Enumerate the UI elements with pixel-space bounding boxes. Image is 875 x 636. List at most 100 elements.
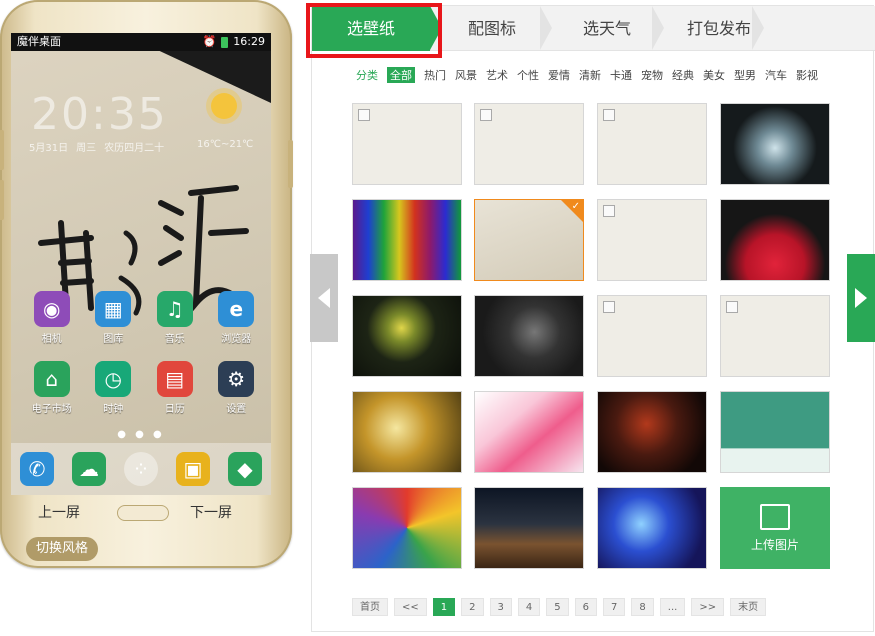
category-all[interactable]: 全部 [387,67,415,83]
category-art[interactable]: 艺术 [486,67,508,83]
page-button[interactable]: 1 [432,598,456,616]
category-label: 分类 [356,69,378,82]
wallpaper-thumbnail-placeholder[interactable] [352,103,462,185]
category-cartoon[interactable]: 卡通 [610,67,632,83]
upload-label: 上传图片 [750,537,799,552]
gallery-icon: ▦ [95,291,132,327]
wallpaper-thumbnail[interactable] [474,487,584,569]
phone-nav: 上一屏 下一屏 [0,500,292,528]
wallpaper-thumbnail[interactable] [474,295,584,377]
wallpaper-thumbnail[interactable] [474,391,584,473]
wallpaper-thumbnail[interactable] [597,487,707,569]
next-page-arrow[interactable] [847,254,875,342]
wallpaper-thumbnail[interactable] [597,391,707,473]
date-line: 5月31日 周三 农历四月二十 [29,139,164,154]
page-button[interactable]: 6 [574,598,598,616]
step-weather[interactable]: 选天气 [552,6,662,51]
app-shortcut[interactable]: e 浏览器 [206,291,268,345]
wallpaper-thumbnail-placeholder[interactable] [474,103,584,185]
app-drawer-icon[interactable]: ⁘ [124,452,158,486]
next-screen-button[interactable]: 下一屏 [190,502,232,522]
step-icons[interactable]: 配图标 [442,6,542,51]
volume-button [0,130,4,170]
message-icon[interactable]: ☁ [72,452,106,486]
category-beauty[interactable]: 美女 [703,67,725,83]
contacts-icon[interactable]: ▣ [176,452,210,486]
category-hot[interactable]: 热门 [424,67,446,83]
category-fresh[interactable]: 清新 [579,67,601,83]
page-button[interactable]: 2 [461,598,484,616]
wallpaper-thumbnail-placeholder[interactable] [720,295,830,377]
prev-page-arrow[interactable] [310,254,338,342]
phone-icon[interactable]: ✆ [20,452,54,486]
category-film[interactable]: 影视 [796,67,818,83]
image-plus-icon [760,503,790,530]
page-button[interactable]: 3 [489,598,512,616]
page-button[interactable]: 8 [631,598,654,616]
app-shortcut[interactable]: ♫ 音乐 [144,291,206,345]
status-title: 魔伴桌面 [17,35,61,48]
category-love[interactable]: 爱情 [548,67,570,83]
app-label: 时钟 [103,404,124,415]
status-time: 16:29 [233,35,265,48]
market-icon: ⌂ [33,361,70,397]
camera-icon: ◉ [33,291,70,327]
category-filters: 分类 全部 热门 风景 艺术 个性 爱情 清新 卡通 宠物 经典 美女 型男 汽… [356,66,818,84]
date-part: 周三 [76,143,97,154]
app-label: 音乐 [164,334,185,345]
clock-widget: 20:35 [31,89,168,140]
checkmark-icon: ✓ [571,201,580,212]
page-button[interactable]: 5 [546,598,569,616]
page-button[interactable]: 4 [517,598,541,616]
wallpaper-thumbnail[interactable]: ✓ [474,199,584,281]
app-shortcut[interactable]: ▤ 日历 [144,361,206,415]
app-shortcut[interactable]: ◉ 相机 [21,291,83,345]
wallpaper-panel: 选壁纸 配图标 选天气 打包发布 分类 全部 热门 风景 艺术 个性 爱情 清新… [310,5,875,632]
alarm-clock-icon: ◷ [95,361,132,397]
app-label: 设置 [226,404,247,415]
volume-button [0,180,4,220]
prev-screen-button[interactable]: 上一屏 [38,502,80,522]
music-icon: ♫ [156,291,193,327]
last-page-button[interactable]: 末页 [730,598,767,616]
wallpaper-thumbnail-placeholder[interactable] [597,295,707,377]
category-personality[interactable]: 个性 [517,67,539,83]
date-part: 5月31日 [29,143,69,154]
page-button[interactable]: 7 [603,598,626,616]
next-page-button[interactable]: >> [691,598,725,616]
app-shortcut[interactable]: ⌂ 电子市场 [21,361,83,415]
app-label: 电子市场 [31,404,72,415]
wallpaper-thumbnail-placeholder[interactable] [597,199,707,281]
calendar-icon: ▤ [156,361,193,397]
category-handsome[interactable]: 型男 [734,67,756,83]
sunny-weather-icon [211,93,237,119]
battery-icon [221,36,229,48]
wallpaper-thumbnail[interactable] [352,199,462,281]
app-label: 日历 [164,404,185,415]
category-pets[interactable]: 宠物 [641,67,663,83]
category-cars[interactable]: 汽车 [765,67,787,83]
prev-page-button[interactable]: << [394,598,427,616]
theme-icon[interactable]: ◆ [228,452,262,486]
wallpaper-thumbnail[interactable] [352,295,462,377]
alarm-icon: ⏰ [202,35,217,48]
app-shortcut[interactable]: ⚙ 设置 [206,361,268,415]
app-label: 浏览器 [221,334,252,345]
wallpaper-thumbnail[interactable] [720,103,830,185]
wallpaper-thumbnail[interactable] [352,391,462,473]
app-shortcut[interactable]: ▦ 图库 [83,291,145,345]
wallpaper-thumbnail[interactable] [352,487,462,569]
step-arrow [652,6,664,50]
switch-style-button[interactable]: 切换风格 [26,537,99,561]
temperature: 16℃~21℃ [197,139,254,150]
first-page-button[interactable]: 首页 [352,598,388,616]
wallpaper-thumbnail[interactable] [720,199,830,281]
step-arrow [540,6,552,50]
power-button [288,140,293,188]
wallpaper-thumbnail-placeholder[interactable] [597,103,707,185]
wallpaper-thumbnail[interactable] [720,391,830,473]
app-shortcut[interactable]: ◷ 时钟 [83,361,145,415]
category-scenery[interactable]: 风景 [455,67,477,83]
upload-image-button[interactable]: 上传图片 [720,487,830,569]
category-classic[interactable]: 经典 [672,67,694,83]
